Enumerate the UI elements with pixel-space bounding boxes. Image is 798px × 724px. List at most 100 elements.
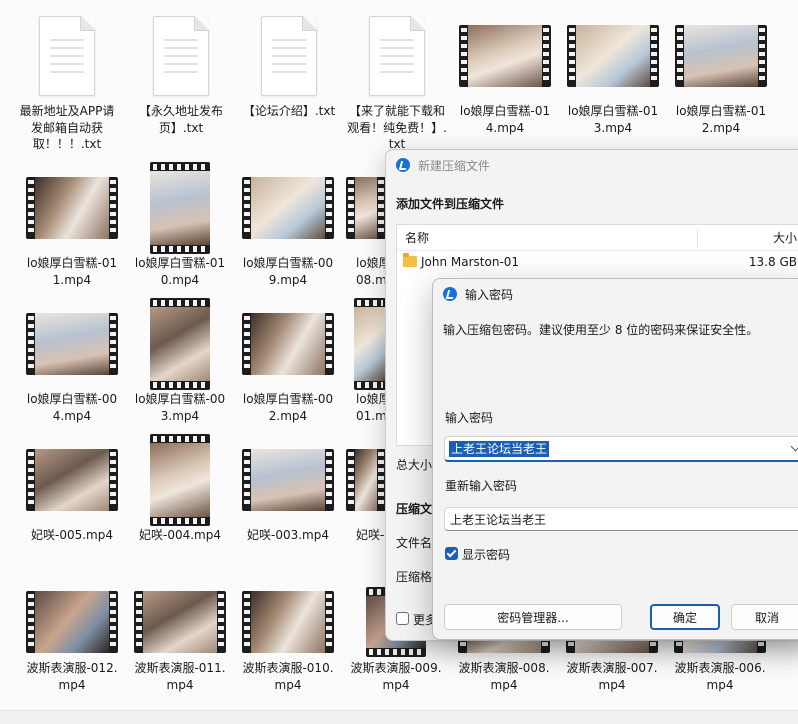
file-item[interactable]: 妃咲-002.mp4 [342,432,386,544]
format-label: 压缩格 [396,570,433,584]
file-item[interactable]: lo娘厚白雪糕-013.mp4 [559,8,667,136]
file-name: 【论坛介绍】.txt [242,104,336,118]
file-item[interactable]: lo娘厚白雪糕-004.mp4 [18,296,126,424]
show-password-checkbox[interactable] [445,547,458,560]
text-file-icon [153,15,209,96]
confirm-password-value: 上老王论坛当老王 [450,512,547,527]
show-password-label[interactable]: 显示密码 [462,546,510,563]
file-name: 波斯表演服-009.mp4 [350,661,442,692]
more-options-checkbox[interactable] [396,612,409,625]
file-name: lo娘厚白雪糕-001.mp4 [356,392,386,423]
file-name: lo娘厚白雪糕-014.mp4 [459,104,551,135]
file-item[interactable]: lo娘厚白雪糕-002.mp4 [234,296,342,424]
chevron-down-icon[interactable] [790,441,798,452]
file-name: lo娘厚白雪糕-012.mp4 [675,104,767,135]
video-thumbnail [242,448,334,511]
password-dialog: 输入密码 输入压缩包密码。建议使用至少 8 位的密码来保证安全性。 输入密码 上… [432,278,798,640]
text-file-icon [369,15,425,96]
file-item[interactable]: 妃咲-005.mp4 [18,432,126,544]
video-thumbnail [26,176,118,239]
file-name: lo娘厚白雪糕-004.mp4 [26,392,118,423]
password-manager-button[interactable]: 密码管理器... [444,604,622,630]
file-item[interactable]: 波斯表演服-011.mp4 [126,584,234,693]
file-item[interactable]: 波斯表演服-010.mp4 [234,584,342,693]
file-name: lo娘厚白雪糕-002.mp4 [242,392,334,423]
file-name: 波斯表演服-008.mp4 [458,661,550,692]
dialog-subtitle: 添加文件到压缩文件 [396,197,505,211]
video-thumbnail [134,591,226,653]
text-file-icon [261,15,317,96]
column-separator[interactable] [697,229,698,247]
password-value: 上老王论坛当老王 [449,440,550,457]
video-thumbnail [150,433,210,526]
column-header-size[interactable]: 大小 [773,229,797,246]
archive-name-label: 文件名 [396,536,433,550]
file-name: 妃咲-004.mp4 [139,528,221,542]
file-name: lo娘厚白雪糕-010.mp4 [134,256,226,287]
total-size-label: 总大小 [396,458,433,472]
video-thumbnail [26,312,118,375]
dialog-titlebar[interactable]: 输入密码 [433,279,798,309]
file-item[interactable]: lo娘厚白雪糕-010.mp4 [126,160,234,288]
dialog-title: 输入密码 [465,287,514,302]
file-name: 【来了就能下载和观看！纯免费！】.txt [347,104,447,151]
file-item[interactable]: lo娘厚白雪糕-011.mp4 [18,160,126,288]
row-size: 13.8 GB [748,255,797,269]
row-name: John Marston-01 [421,255,520,269]
file-name: lo娘厚白雪糕-008.mp4 [356,256,386,287]
video-thumbnail [346,448,386,511]
compress-section-label: 压缩文 [396,502,433,516]
file-name: 波斯表演服-010.mp4 [242,661,334,692]
file-name: 【永久地址发布页】.txt [138,104,223,135]
file-name: 波斯表演服-012.mp4 [26,661,118,692]
file-name: 波斯表演服-006.mp4 [674,661,766,692]
password-input[interactable]: 上老王论坛当老王 [444,436,798,462]
file-item[interactable]: 妃咲-003.mp4 [234,432,342,544]
file-name: 妃咲-003.mp4 [247,528,329,542]
file-list-header: 名称 大小 [397,225,798,251]
cancel-button[interactable]: 取消 [731,604,798,630]
archiver-app-icon [396,158,410,172]
file-name: 波斯表演服-011.mp4 [134,661,226,692]
file-name: 妃咲-005.mp4 [31,528,113,542]
confirm-password-label: 重新输入密码 [445,479,518,493]
video-thumbnail [567,24,659,87]
archiver-app-icon [443,287,457,301]
folder-icon [403,253,417,267]
file-item[interactable]: lo娘厚白雪糕-008.mp4 [342,160,386,288]
confirm-password-input[interactable]: 上老王论坛当老王 [444,507,798,531]
file-item[interactable]: lo娘厚白雪糕-014.mp4 [451,8,559,136]
file-list-row[interactable]: John Marston-01 13.8 GB [397,251,798,273]
file-name: lo娘厚白雪糕-003.mp4 [134,392,226,423]
video-thumbnail [242,176,334,239]
video-thumbnail [675,24,767,87]
video-thumbnail [150,297,210,390]
file-item[interactable]: lo娘厚白雪糕-001.mp4 [342,296,386,424]
file-item[interactable]: 波斯表演服-012.mp4 [18,584,126,693]
video-thumbnail [459,24,551,87]
video-thumbnail [354,297,386,390]
file-item[interactable]: 【论坛介绍】.txt [235,8,343,120]
column-header-name[interactable]: 名称 [405,229,429,246]
video-thumbnail [242,591,334,653]
file-item[interactable]: lo娘厚白雪糕-009.mp4 [234,160,342,288]
file-item[interactable]: 【永久地址发布页】.txt [127,8,235,136]
password-description: 输入压缩包密码。建议使用至少 8 位的密码来保证安全性。 [443,323,759,337]
file-name: lo娘厚白雪糕-013.mp4 [567,104,659,135]
video-thumbnail [26,448,118,511]
text-file-icon [39,15,95,96]
video-thumbnail [346,176,386,239]
ok-button[interactable]: 确定 [650,604,720,630]
file-item[interactable]: 【来了就能下载和观看！纯免费！】.txt [343,8,451,153]
file-name: 波斯表演服-007.mp4 [566,661,658,692]
file-item[interactable]: 妃咲-004.mp4 [126,432,234,544]
dialog-titlebar[interactable]: 新建压缩文件 [386,150,798,180]
file-name: 妃咲-002.mp4 [356,528,386,542]
file-item[interactable]: 最新地址及APP请发邮箱自动获取！！！.txt [13,8,121,153]
file-name: lo娘厚白雪糕-011.mp4 [26,256,118,287]
video-thumbnail [242,312,334,375]
video-thumbnail [26,591,118,653]
file-item[interactable]: lo娘厚白雪糕-003.mp4 [126,296,234,424]
status-bar [0,710,798,724]
file-item[interactable]: lo娘厚白雪糕-012.mp4 [667,8,775,136]
